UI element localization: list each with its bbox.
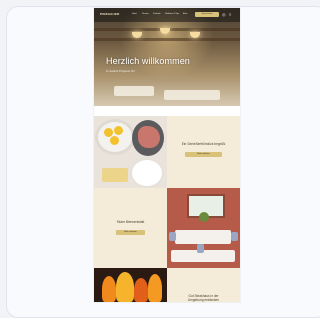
section-spacer (94, 106, 240, 116)
chair (169, 232, 176, 241)
flame (148, 274, 162, 302)
chair (197, 244, 204, 253)
teaser-label: Ein Genießerfrühstück begrüßt (181, 142, 226, 146)
nav-item-aktiv[interactable]: Aktiv (183, 13, 187, 15)
flame (102, 276, 116, 302)
nav-item-hotel[interactable]: Hotel (132, 13, 137, 15)
dining-table (164, 90, 220, 100)
site-logo[interactable]: PINZGAUER (100, 12, 119, 16)
breakfast-teaser: Ein Genießerfrühstück begrüßt Mehr erfah… (167, 116, 240, 188)
bowl (132, 160, 162, 186)
nav-item-zimmer[interactable]: Zimmer (142, 13, 149, 15)
top-navigation: PINZGAUER Hotel Zimmer Kulinarik Wellnes… (94, 8, 240, 22)
ceiling-beam (94, 38, 240, 41)
menu-icon[interactable]: ≡ (229, 12, 231, 17)
dining-table (114, 86, 154, 96)
lamp-icon (160, 28, 170, 34)
chair (231, 232, 238, 241)
nav-item-wellness[interactable]: Wellness & Spa (165, 13, 179, 15)
grill-image (94, 268, 167, 302)
egg (110, 136, 119, 145)
egg (114, 126, 123, 135)
ham (138, 126, 160, 148)
globe-icon[interactable]: ◎ (222, 12, 226, 17)
flame (116, 272, 134, 302)
stube-teaser: Stube Bierwerkstatt Mehr erfahren (94, 188, 167, 268)
website-preview: PINZGAUER Hotel Zimmer Kulinarik Wellnes… (94, 8, 240, 302)
breakfast-image (94, 116, 167, 188)
hero-section: PINZGAUER Hotel Zimmer Kulinarik Wellnes… (94, 8, 240, 106)
nav-item-kulinarik[interactable]: Kulinarik (153, 13, 161, 15)
more-button[interactable]: Mehr erfahren (116, 230, 145, 235)
teaser-sublabel: Umgebung entdecken (187, 298, 220, 302)
flame (134, 278, 148, 302)
more-button[interactable]: Mehr erfahren (185, 152, 222, 157)
steakhouse-teaser: Gut Steakhaus in der Umgebung entdecken (167, 268, 240, 302)
table (175, 230, 231, 244)
hero-title: Herzlich willkommen (106, 56, 190, 66)
teaser-label: Stube Bierwerkstatt (116, 220, 145, 224)
hero-subtitle: im Gasthof Pinzgauer Hof (106, 70, 135, 73)
cheese (102, 168, 128, 182)
book-now-button[interactable]: Jetzt buchen (195, 12, 219, 17)
plant (199, 212, 209, 222)
restaurant-image (167, 188, 240, 268)
